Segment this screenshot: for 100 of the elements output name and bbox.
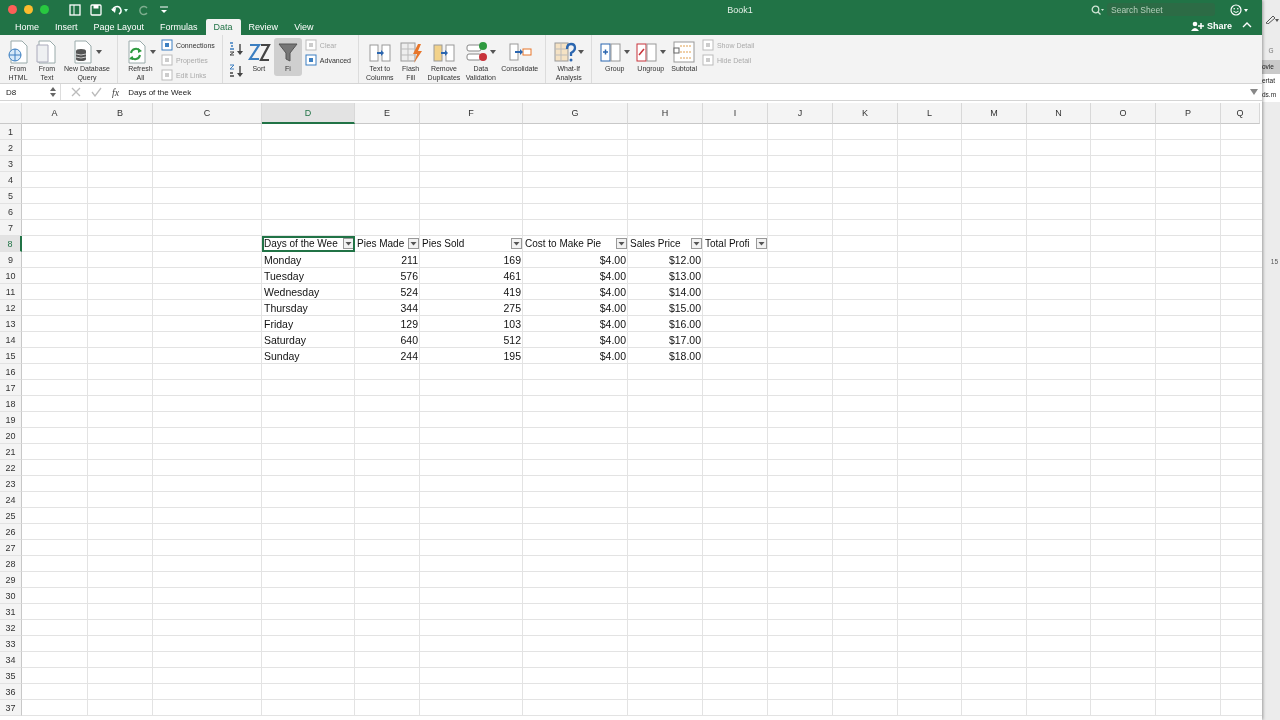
row-header[interactable]: 7 xyxy=(0,220,22,236)
row-header[interactable]: 31 xyxy=(0,604,22,620)
row-header[interactable]: 29 xyxy=(0,572,22,588)
column-header[interactable]: O xyxy=(1091,103,1156,124)
row-header[interactable]: 30 xyxy=(0,588,22,604)
column-header[interactable]: H xyxy=(628,103,703,124)
filter-dropdown-icon[interactable] xyxy=(511,238,522,249)
row-header[interactable]: 2 xyxy=(0,140,22,156)
row-header[interactable]: 18 xyxy=(0,396,22,412)
column-header[interactable]: L xyxy=(898,103,962,124)
filter-dropdown-icon[interactable] xyxy=(691,238,702,249)
ribbon-tab[interactable]: Data xyxy=(205,19,241,35)
column-header[interactable]: C xyxy=(153,103,262,124)
table-cell-text: 576 xyxy=(399,268,419,284)
ribbon-tab[interactable]: Review xyxy=(240,19,287,35)
collapse-ribbon-icon[interactable] xyxy=(1242,21,1252,29)
share-button[interactable]: Share xyxy=(1191,21,1238,35)
row-header[interactable]: 13 xyxy=(0,316,22,332)
row-header[interactable]: 22 xyxy=(0,460,22,476)
undo-icon[interactable] xyxy=(111,3,129,16)
row-header[interactable]: 4 xyxy=(0,172,22,188)
command-icon xyxy=(701,39,714,51)
function-button[interactable]: fx xyxy=(112,86,120,98)
name-box[interactable]: D8 xyxy=(6,87,17,97)
row-header[interactable]: 35 xyxy=(0,668,22,684)
row-header[interactable]: 34 xyxy=(0,652,22,668)
ribbon-tab[interactable]: View xyxy=(286,19,322,35)
row-header[interactable]: 5 xyxy=(0,188,22,204)
column-header[interactable]: Q xyxy=(1221,103,1260,124)
row-header[interactable]: 10 xyxy=(0,268,22,284)
table-cell-text: $18.00 xyxy=(667,348,702,364)
row-header[interactable]: 24 xyxy=(0,492,22,508)
column-header[interactable]: A xyxy=(22,103,88,124)
column-header[interactable]: G xyxy=(523,103,628,124)
column-header[interactable]: M xyxy=(962,103,1027,124)
row-header[interactable]: 12 xyxy=(0,300,22,316)
expand-icon[interactable] xyxy=(1250,89,1258,95)
column-header[interactable]: B xyxy=(88,103,153,124)
filter-dropdown-icon[interactable] xyxy=(343,238,354,249)
table-cell-text: 461 xyxy=(502,268,522,284)
table-cell-text: 195 xyxy=(502,348,522,364)
column-header[interactable]: J xyxy=(768,103,833,124)
row-header[interactable]: 8 xyxy=(0,236,22,252)
selected-cell[interactable]: Days of the Wee xyxy=(262,236,355,252)
search-icon[interactable] xyxy=(1091,4,1105,15)
ribbon-tab[interactable]: Formulas xyxy=(152,19,206,35)
document-icon xyxy=(35,40,59,64)
column-header[interactable]: I xyxy=(703,103,768,124)
row-header[interactable]: 19 xyxy=(0,412,22,428)
pen-icon[interactable] xyxy=(1265,14,1279,24)
row-header[interactable]: 33 xyxy=(0,636,22,652)
column-heading: Pies Made xyxy=(357,238,405,249)
command-icon xyxy=(160,54,173,66)
row-header[interactable]: 17 xyxy=(0,380,22,396)
column-header[interactable]: K xyxy=(833,103,898,124)
customize-icon[interactable] xyxy=(159,3,169,16)
column-header[interactable]: F xyxy=(420,103,523,124)
row-header[interactable]: 26 xyxy=(0,524,22,540)
column-header[interactable]: E xyxy=(355,103,420,124)
filter-dropdown-icon[interactable] xyxy=(616,238,627,249)
row-header[interactable]: 14 xyxy=(0,332,22,348)
row-header[interactable]: 9 xyxy=(0,252,22,268)
row-header[interactable]: 27 xyxy=(0,540,22,556)
ribbon-tab[interactable]: Insert xyxy=(47,19,86,35)
sort-descending-icon[interactable] xyxy=(227,64,244,78)
row-header[interactable]: 6 xyxy=(0,204,22,220)
zoom-button[interactable] xyxy=(40,5,49,14)
smiley-icon[interactable] xyxy=(1230,3,1250,16)
table-cell-text: $16.00 xyxy=(667,316,702,332)
row-header[interactable]: 25 xyxy=(0,508,22,524)
minimize-button[interactable] xyxy=(24,5,33,14)
table-cell-text: Monday xyxy=(263,252,303,268)
row-header[interactable]: 16 xyxy=(0,364,22,380)
stepper-icon[interactable] xyxy=(50,87,56,97)
ribbon-tab[interactable]: Home xyxy=(7,19,47,35)
column-header[interactable]: D xyxy=(262,103,355,124)
table-cell-text: 344 xyxy=(399,300,419,316)
row-header[interactable]: 3 xyxy=(0,156,22,172)
row-header[interactable]: 23 xyxy=(0,476,22,492)
search-field[interactable]: Search Sheet xyxy=(1107,3,1215,16)
ribbon-tab[interactable]: Page Layout xyxy=(85,19,153,35)
row-header[interactable]: 1 xyxy=(0,124,22,140)
filter-dropdown-icon[interactable] xyxy=(756,238,767,249)
row-header[interactable]: 21 xyxy=(0,444,22,460)
row-header[interactable]: 32 xyxy=(0,620,22,636)
sidebar-icon[interactable] xyxy=(69,3,81,16)
filter-dropdown-icon[interactable] xyxy=(408,238,419,249)
sort-ascending-icon[interactable] xyxy=(227,42,244,56)
row-header[interactable]: 28 xyxy=(0,556,22,572)
formula-field[interactable]: Days of the Week xyxy=(128,87,1250,97)
column-header[interactable]: N xyxy=(1027,103,1091,124)
row-header[interactable]: 37 xyxy=(0,700,22,716)
table-cell-text: 524 xyxy=(399,284,419,300)
row-header[interactable]: 11 xyxy=(0,284,22,300)
column-header[interactable]: P xyxy=(1156,103,1221,124)
check-icon[interactable] xyxy=(91,87,102,97)
row-header[interactable]: 20 xyxy=(0,428,22,444)
row-header[interactable]: 36 xyxy=(0,684,22,700)
save-icon[interactable] xyxy=(90,3,102,16)
row-header[interactable]: 15 xyxy=(0,348,22,364)
